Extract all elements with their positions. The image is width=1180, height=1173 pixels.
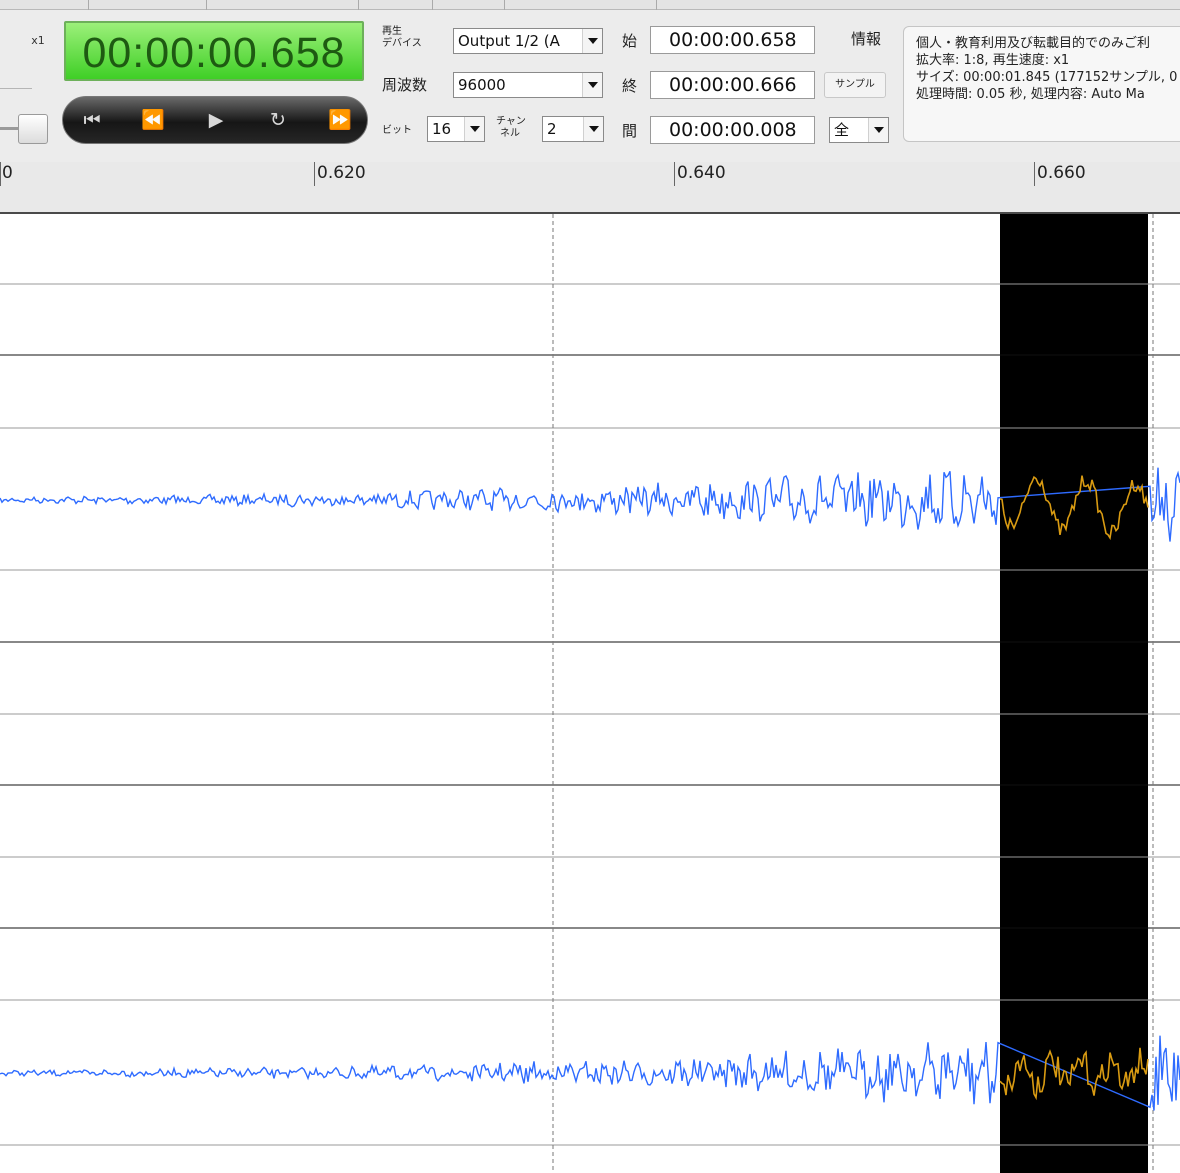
info-panel: 個人・教育利用及び転載目的でのみご利 拡大率: 1:8, 再生速度: x1 サイ… — [903, 26, 1180, 142]
ruler-label: 0.660 — [1037, 163, 1086, 183]
info-line-size: サイズ: 00:00:01.845 (177152サンプル, 0 — [916, 70, 1178, 85]
ruler-label: 0.640 — [677, 163, 726, 183]
channel-label-2: ネル — [500, 128, 520, 139]
play-icon[interactable]: ▶ — [191, 97, 241, 143]
end-label: 終 — [622, 77, 638, 95]
range-mode-value: 全 — [834, 121, 850, 139]
bit-label: ビット — [382, 125, 412, 136]
slider-track — [0, 127, 20, 130]
slider-handle[interactable] — [18, 114, 48, 144]
selection-highlight[interactable] — [1000, 214, 1148, 1173]
volume-track — [0, 88, 32, 89]
chevron-down-icon[interactable] — [582, 73, 602, 97]
skip-to-start-icon[interactable]: ⏮ — [67, 97, 117, 143]
rewind-icon[interactable]: ⏪ — [128, 97, 178, 143]
chevron-down-icon[interactable] — [464, 117, 484, 141]
frequency-value: 96000 — [458, 76, 506, 94]
info-line-license: 個人・教育利用及び転載目的でのみご利 — [916, 36, 1151, 51]
sample-button[interactable]: サンプル — [824, 72, 886, 98]
ruler-tick — [1034, 162, 1035, 186]
timecode-text: 00:00:00.658 — [82, 29, 346, 77]
chevron-down-icon[interactable] — [868, 118, 888, 142]
channel-label-1: チャン — [496, 116, 526, 127]
device-select[interactable]: Output 1/2 (A — [453, 28, 603, 54]
loop-icon[interactable]: ↻ — [253, 97, 303, 143]
info-line-zoom: 拡大率: 1:8, 再生速度: x1 — [916, 53, 1070, 68]
range-label: 間 — [622, 122, 638, 140]
info-line-processing: 処理時間: 0.05 秒, 処理内容: Auto Ma — [916, 87, 1145, 102]
start-time-field[interactable]: 00:00:00.658 — [650, 26, 815, 54]
toolbar: x1 00:00:00.658 ⏮ ⏪ ▶ ↻ ⏩ 再生 デバイス Output… — [0, 0, 1180, 162]
bit-select[interactable]: 16 — [427, 116, 485, 142]
ruler-tick — [0, 162, 1, 186]
ruler-label: 0.620 — [317, 163, 366, 183]
ruler-tick — [314, 162, 315, 186]
ruler-tick — [674, 162, 675, 186]
chevron-down-icon[interactable] — [582, 29, 602, 53]
frequency-label: 周波数 — [382, 76, 428, 94]
start-label: 始 — [622, 32, 638, 50]
transport-bar: ⏮ ⏪ ▶ ↻ ⏩ — [62, 96, 368, 144]
range-time-field[interactable]: 00:00:00.008 — [650, 116, 815, 144]
waveform-canvas[interactable] — [0, 214, 1180, 1173]
channel-value: 2 — [547, 120, 557, 138]
ruler-label: 0 — [2, 163, 13, 183]
info-label: 情報 — [851, 30, 882, 48]
device-label-2: デバイス — [382, 38, 422, 49]
speed-badge[interactable]: x1 — [27, 30, 49, 52]
channel-select[interactable]: 2 — [542, 116, 604, 142]
fast-forward-icon[interactable]: ⏩ — [315, 97, 365, 143]
device-value: Output 1/2 (A — [458, 32, 560, 50]
frequency-select[interactable]: 96000 — [453, 72, 603, 98]
bit-value: 16 — [432, 120, 452, 138]
tab-strip[interactable] — [0, 0, 1180, 10]
device-label-1: 再生 — [382, 26, 402, 37]
range-mode-select[interactable]: 全 — [829, 117, 889, 143]
timecode-display: 00:00:00.658 — [64, 21, 364, 81]
waveform-view[interactable] — [0, 214, 1180, 1173]
audio-editor-window: x1 00:00:00.658 ⏮ ⏪ ▶ ↻ ⏩ 再生 デバイス Output… — [0, 0, 1180, 1173]
end-time-field[interactable]: 00:00:00.666 — [650, 71, 815, 99]
time-ruler[interactable]: 0 0.620 0.640 0.660 — [0, 162, 1180, 214]
chevron-down-icon[interactable] — [583, 117, 603, 141]
